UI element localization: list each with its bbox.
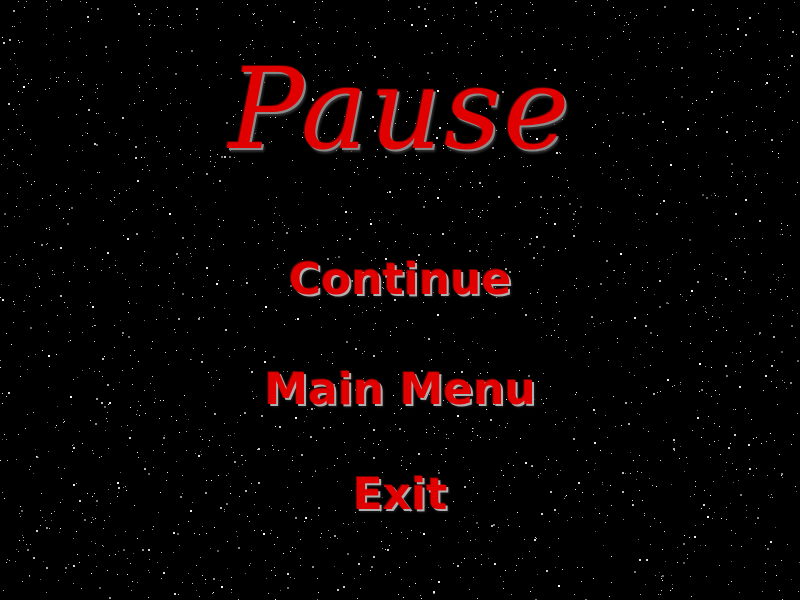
pause-title: Pause (228, 45, 572, 175)
exit-button[interactable]: Exit (0, 465, 800, 525)
continue-button[interactable]: Continue (0, 250, 800, 310)
main-menu-button[interactable]: Main Menu (0, 360, 800, 420)
pause-screen: Pause Continue Main Menu Exit (0, 0, 800, 600)
